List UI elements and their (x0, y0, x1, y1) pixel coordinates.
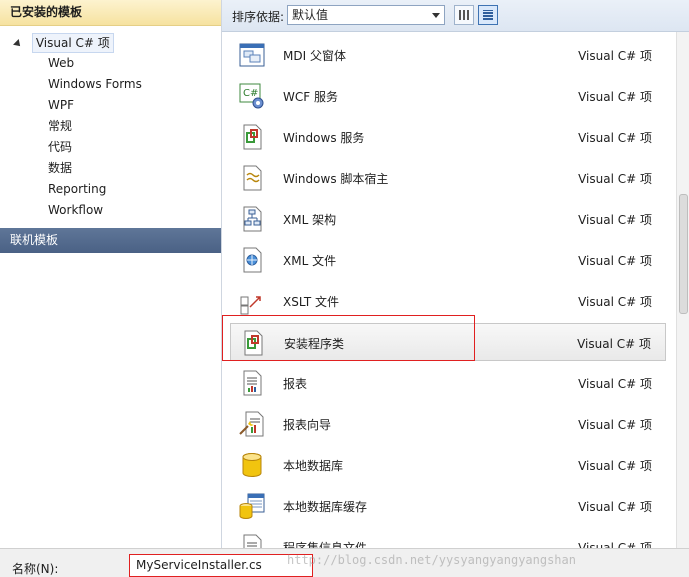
template-item-xml-file[interactable]: XML 文件 Visual C# 项 (230, 241, 666, 279)
local-database-icon (242, 453, 262, 477)
scrollbar-thumb[interactable] (679, 194, 688, 314)
sort-label: 排序依据: (232, 10, 285, 24)
template-item-mdi-parent[interactable]: MDI 父窗体 Visual C# 项 (230, 36, 666, 74)
template-language: Visual C# 项 (578, 49, 652, 63)
xml-schema-icon (243, 206, 262, 232)
report-wizard-icon (239, 411, 264, 437)
template-name: Windows 脚本宿主 (283, 172, 389, 186)
tree-item-label: Visual C# 项 (31, 33, 114, 53)
installed-templates-header[interactable]: 已安装的模板 (0, 0, 221, 26)
list-view-icon (483, 10, 493, 20)
name-input[interactable]: MyServiceInstaller.cs (129, 554, 313, 577)
watermark-text: http://blog.csdn.net/yysyangyangyangshan (287, 553, 576, 567)
template-language: Visual C# 项 (577, 337, 651, 351)
template-name: WCF 服务 (283, 90, 338, 104)
assembly-info-icon (243, 534, 262, 548)
template-name: 程序集信息文件 (283, 541, 368, 548)
xml-file-icon (243, 247, 262, 273)
selection-highlight-annotation (222, 315, 475, 361)
sort-dropdown-value: 默认值 (292, 8, 329, 22)
tree-item-general[interactable]: 常规 (48, 116, 72, 136)
template-item-script-host[interactable]: Windows 脚本宿主 Visual C# 项 (230, 159, 666, 197)
template-language: Visual C# 项 (578, 295, 652, 309)
template-name: Windows 服务 (283, 131, 365, 145)
template-language: Visual C# 项 (578, 213, 652, 227)
template-list: MDI 父窗体 Visual C# 项 C# WCF 服务 Visual C# … (222, 32, 675, 548)
template-item-report-wizard[interactable]: 报表向导 Visual C# 项 (230, 405, 666, 443)
template-name: 报表 (283, 377, 308, 391)
xslt-file-icon (240, 296, 261, 315)
template-tree-panel: 已安装的模板 Visual C# 项 Web Windows Forms WPF… (0, 0, 222, 548)
template-language: Visual C# 项 (578, 541, 652, 548)
tree-item-wpf[interactable]: WPF (48, 95, 74, 115)
name-label: 名称(N): (12, 562, 59, 576)
wcf-service-icon: C# (239, 83, 264, 109)
local-database-cache-icon (239, 493, 265, 519)
mdi-form-icon (239, 43, 265, 67)
template-name: XML 文件 (283, 254, 337, 268)
tree-item-windows-forms[interactable]: Windows Forms (48, 74, 142, 94)
tree-item-workflow[interactable]: Workflow (48, 200, 103, 220)
template-language: Visual C# 项 (578, 90, 652, 104)
small-icons-view-button[interactable] (454, 5, 474, 25)
template-language: Visual C# 项 (578, 377, 652, 391)
script-host-icon (243, 165, 262, 191)
template-name: XML 架构 (283, 213, 337, 227)
list-view-button[interactable] (478, 5, 498, 25)
template-language: Visual C# 项 (578, 131, 652, 145)
template-language: Visual C# 项 (578, 500, 652, 514)
template-item-windows-service[interactable]: Windows 服务 Visual C# 项 (230, 118, 666, 156)
template-name: MDI 父窗体 (283, 49, 346, 63)
template-name: 本地数据库缓存 (283, 500, 368, 514)
template-name: 报表向导 (283, 418, 332, 432)
windows-service-icon (243, 124, 262, 150)
tree-item-data[interactable]: 数据 (48, 158, 72, 178)
template-language: Visual C# 项 (578, 459, 652, 473)
tree-item-reporting[interactable]: Reporting (48, 179, 106, 199)
template-item-assembly-info[interactable]: 程序集信息文件 Visual C# 项 (230, 528, 666, 548)
template-name: 本地数据库 (283, 459, 344, 473)
sort-toolbar: 排序依据: 默认值 (222, 0, 689, 32)
chevron-down-icon (432, 13, 440, 18)
grid-view-icon (459, 10, 469, 20)
online-templates-header[interactable]: 联机模板 (0, 228, 221, 253)
vertical-scrollbar[interactable] (676, 32, 689, 548)
template-item-local-database-cache[interactable]: 本地数据库缓存 Visual C# 项 (230, 487, 666, 525)
tree-item-visual-csharp[interactable]: Visual C# 项 (13, 33, 114, 53)
template-item-local-database[interactable]: 本地数据库 Visual C# 项 (230, 446, 666, 484)
template-language: Visual C# 项 (578, 254, 652, 268)
template-item-report[interactable]: 报表 Visual C# 项 (230, 364, 666, 402)
tree-item-code[interactable]: 代码 (48, 137, 72, 157)
template-item-xml-schema[interactable]: XML 架构 Visual C# 项 (230, 200, 666, 238)
svg-text:C#: C# (243, 88, 258, 99)
sort-dropdown[interactable]: 默认值 (287, 5, 445, 25)
template-item-wcf-service[interactable]: C# WCF 服务 Visual C# 项 (230, 77, 666, 115)
template-language: Visual C# 项 (578, 172, 652, 186)
template-name: XSLT 文件 (283, 295, 340, 309)
expand-arrow-icon[interactable] (13, 38, 23, 49)
report-icon (243, 370, 262, 396)
template-language: Visual C# 项 (578, 418, 652, 432)
tree-item-web[interactable]: Web (48, 53, 74, 73)
